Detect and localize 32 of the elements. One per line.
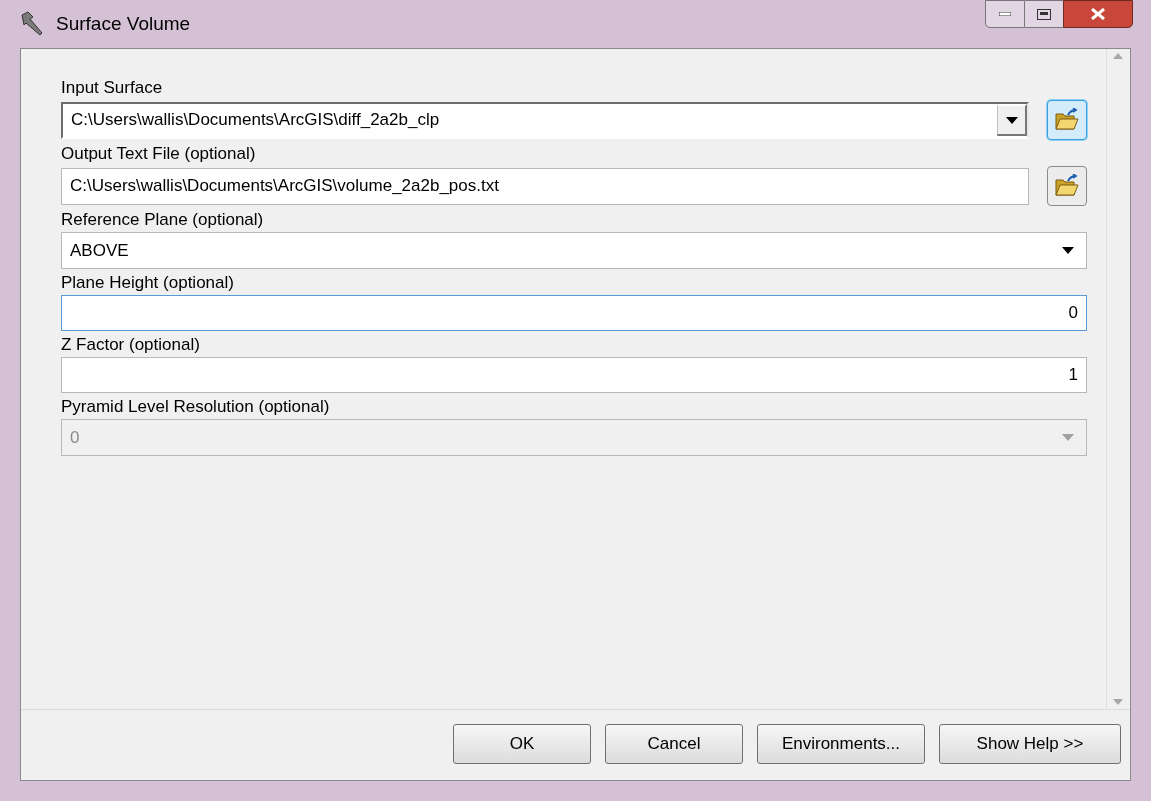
hammer-icon <box>18 11 44 37</box>
restore-icon <box>1037 8 1051 20</box>
dialog-button[interactable]: Cancel <box>605 724 743 764</box>
browse-button[interactable] <box>1047 166 1087 206</box>
window-title: Surface Volume <box>56 11 192 36</box>
caret-icon <box>1062 247 1074 254</box>
field-label: Reference Plane (optional) <box>61 209 265 231</box>
close-button[interactable] <box>1063 0 1133 28</box>
caret-icon <box>1062 434 1074 441</box>
dialog-button[interactable]: Environments... <box>757 724 925 764</box>
field-label: Z Factor (optional) <box>61 334 201 356</box>
field-label: Plane Height (optional) <box>61 272 235 294</box>
field-label: Input Surface <box>61 77 164 99</box>
scroll-up-icon <box>1112 53 1123 59</box>
maximize-button[interactable] <box>1025 0 1063 28</box>
dropdown-button[interactable] <box>997 104 1027 136</box>
minimize-icon <box>999 12 1011 16</box>
path-field[interactable]: C:\Users\wallis\Documents\ArcGIS\volume_2a2b_pos.txt <box>61 167 1029 205</box>
number-field[interactable]: 1 <box>61 357 1087 393</box>
field-label: Output Text File (optional) <box>61 143 257 165</box>
open-folder-icon <box>1054 174 1080 198</box>
browse-button[interactable] <box>1047 100 1087 140</box>
field-label: Pyramid Level Resolution (optional) <box>61 396 331 418</box>
scroll-down-icon <box>1112 699 1123 705</box>
dialog-button[interactable]: Show Help >> <box>939 724 1121 764</box>
path-dropdown[interactable]: C:\Users\wallis\Documents\ArcGIS\diff_2a2b_clp <box>61 101 1029 139</box>
dialog-button[interactable]: OK <box>453 724 591 764</box>
dropdown-field[interactable]: ABOVE <box>61 232 1087 269</box>
open-folder-icon <box>1054 108 1080 132</box>
close-icon <box>1091 8 1105 20</box>
caret-icon <box>1005 116 1018 124</box>
number-field[interactable]: 0 <box>61 295 1087 331</box>
